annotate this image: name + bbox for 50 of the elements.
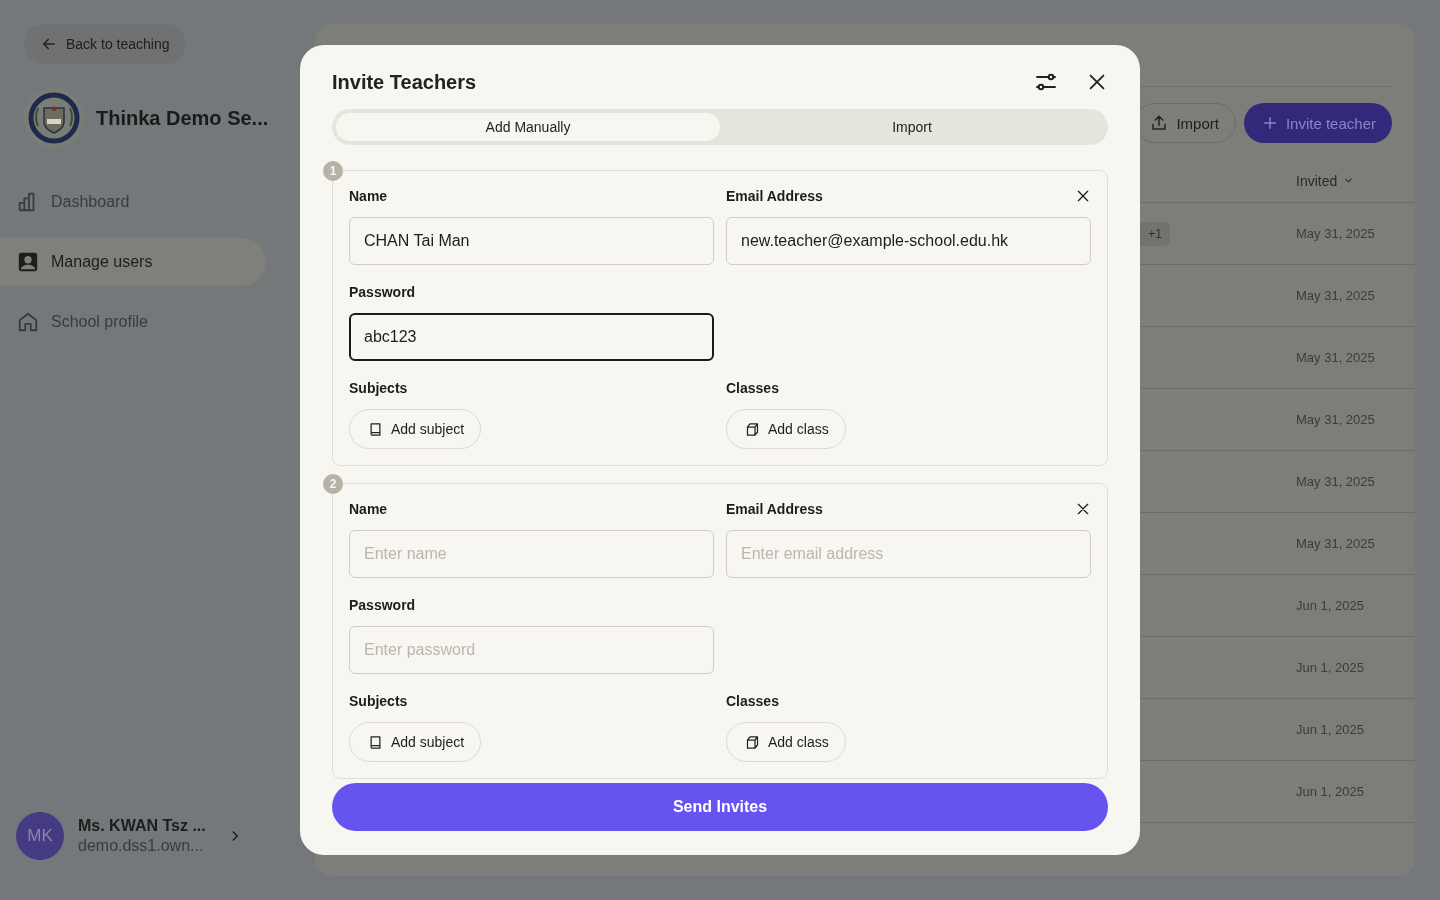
- table-cell-text: May 31, 2025: [1296, 536, 1376, 551]
- caret-icon: [1343, 175, 1355, 186]
- send-invites-button[interactable]: Send Invites: [332, 783, 1108, 831]
- table-cell-text: May 31, 2025: [1296, 350, 1376, 365]
- table-cell-text: May 31, 2025: [1296, 412, 1376, 427]
- tab[interactable]: Import: [720, 113, 1104, 141]
- input-field[interactable]: Enter email address: [726, 530, 1091, 578]
- field-label: Subjects: [349, 693, 408, 709]
- field-label: Name: [349, 188, 388, 204]
- input-field[interactable]: abc123: [349, 313, 714, 361]
- field-label: Subjects: [349, 380, 408, 396]
- dialog-title: Invite Teachers: [332, 70, 478, 94]
- upload-icon: [1150, 114, 1169, 132]
- field-label: Classes: [726, 693, 779, 709]
- field-label: Email Address: [726, 501, 823, 517]
- step-number: 1: [323, 161, 343, 181]
- table-cell-text: Jun 1, 2025: [1296, 660, 1365, 675]
- invite-button[interactable]: Invite teacher: [1243, 103, 1392, 143]
- home-icon: [17, 311, 39, 333]
- column-header[interactable]: Invited: [1296, 172, 1415, 189]
- cube-icon: [745, 734, 760, 750]
- count-tag: +1: [1138, 221, 1170, 246]
- user-email: demo.dss1.own...: [78, 837, 205, 855]
- close-icon[interactable]: [1075, 188, 1091, 204]
- plus-icon: [1261, 115, 1278, 131]
- field-label: Email Address: [726, 188, 823, 204]
- table-cell-text: May 31, 2025: [1296, 226, 1376, 241]
- table-cell-text: Jun 1, 2025: [1296, 784, 1365, 799]
- table-cell-text: May 31, 2025: [1296, 288, 1376, 303]
- book-icon: [368, 734, 383, 750]
- input-field[interactable]: Enter password: [349, 626, 714, 674]
- cube-icon: [745, 421, 760, 437]
- input-field[interactable]: CHAN Tai Man: [349, 217, 714, 265]
- input-field[interactable]: new.teacher@example-school.edu.hk: [726, 217, 1091, 265]
- tab[interactable]: Add Manually: [336, 113, 720, 141]
- field-label: Password: [349, 597, 416, 613]
- field-label: Password: [349, 284, 416, 300]
- input-field[interactable]: Enter name: [349, 530, 714, 578]
- book-icon: [368, 421, 383, 437]
- table-cell-text: May 31, 2025: [1296, 474, 1376, 489]
- step-number: 2: [323, 474, 343, 494]
- field-label: Classes: [726, 380, 779, 396]
- field-label: Name: [349, 501, 388, 517]
- close-icon[interactable]: [1075, 501, 1091, 517]
- school-name: Thinka Demo Se...: [96, 106, 269, 130]
- table-cell-text: Jun 1, 2025: [1296, 722, 1365, 737]
- user-card-icon: [17, 251, 39, 273]
- user-name: Ms. KWAN Tsz ...: [78, 817, 207, 835]
- nav-item[interactable]: Manage users: [0, 238, 266, 286]
- table-cell-text: Jun 1, 2025: [1296, 598, 1365, 613]
